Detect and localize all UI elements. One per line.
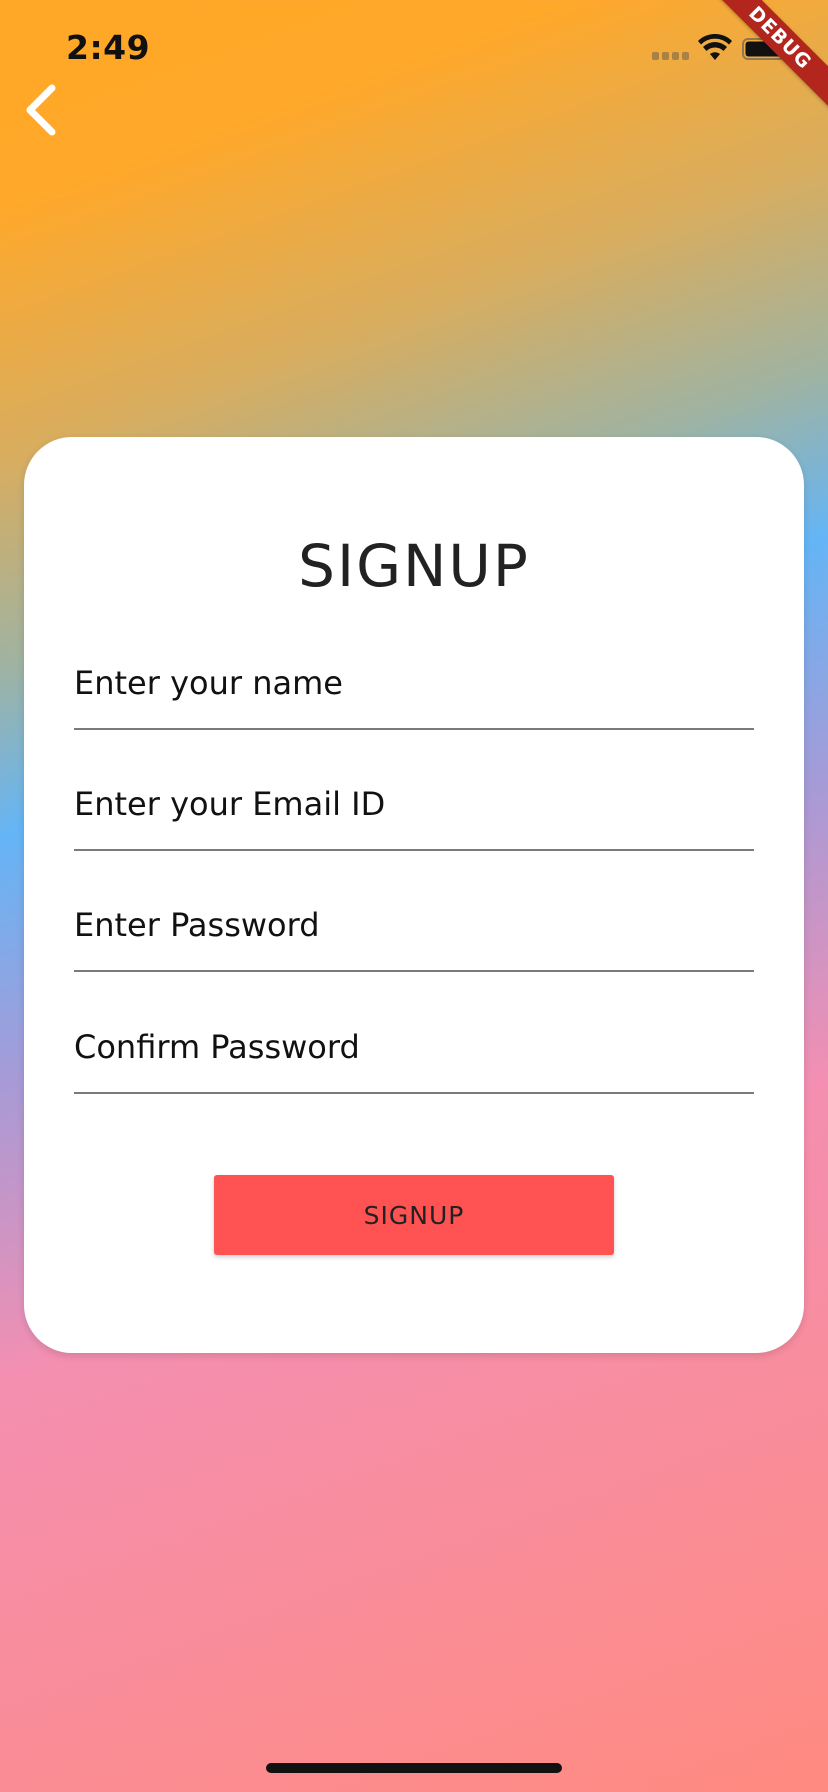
chevron-left-icon <box>26 84 56 136</box>
email-field[interactable] <box>74 773 754 851</box>
signal-icon <box>652 52 692 62</box>
back-button[interactable] <box>18 80 68 140</box>
status-time: 2:49 <box>66 28 151 67</box>
password-field[interactable] <box>74 894 754 972</box>
name-input[interactable] <box>74 664 754 702</box>
email-input[interactable] <box>74 785 754 823</box>
password-input[interactable] <box>74 906 754 944</box>
signup-card: SIGNUP SIGNUP <box>24 437 804 1353</box>
confirm-password-input[interactable] <box>74 1028 754 1066</box>
signup-title: SIGNUP <box>298 532 530 600</box>
status-bar: 2:49 <box>0 0 828 100</box>
confirm-password-field[interactable] <box>74 1016 754 1094</box>
signup-button[interactable]: SIGNUP <box>214 1175 614 1255</box>
name-field[interactable] <box>74 652 754 730</box>
wifi-icon <box>698 34 732 60</box>
home-indicator <box>266 1763 562 1773</box>
